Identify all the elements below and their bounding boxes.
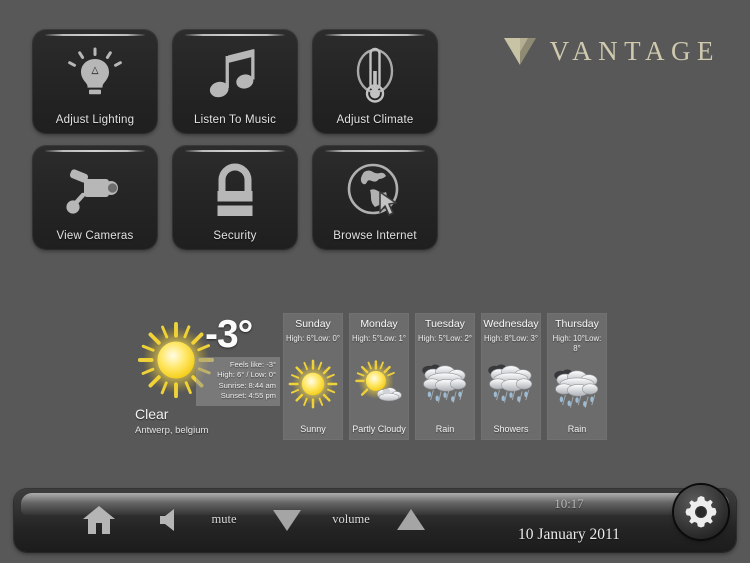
- forecast-highlow: High: 5°Low: 2°: [418, 334, 472, 343]
- mute-label-wrap: mute: [196, 505, 252, 533]
- tile-label: Listen To Music: [193, 114, 277, 126]
- detail-sunset: Sunset: 4:55 pm: [220, 391, 276, 401]
- tile-listen-to-music[interactable]: Listen To Music: [173, 30, 297, 133]
- current-time: 10:17: [554, 496, 584, 511]
- forecast-condition: Showers: [493, 424, 529, 434]
- forecast-day: Wednesday: [483, 318, 539, 330]
- tile-label: Browse Internet: [333, 230, 417, 242]
- globe-cursor-icon: [313, 146, 437, 230]
- forecast-condition: Sunny: [300, 424, 326, 434]
- volume-label-wrap: volume: [314, 505, 388, 533]
- current-date: 10 January 2011: [518, 526, 620, 543]
- clock-area: 10:17 10 January 2011: [474, 495, 664, 545]
- forecast-highlow: High: 5°Low: 1°: [352, 334, 406, 343]
- bottom-toolbar: mute volume 10:17 10 January 2011: [14, 485, 736, 552]
- detail-high-low: High: 6° / Low: 0°: [217, 370, 276, 380]
- tile-browse-internet[interactable]: Browse Internet: [313, 146, 437, 249]
- forecast-card-monday[interactable]: Monday High: 5°Low: 1° Partly Cloudy: [349, 313, 409, 440]
- security-camera-icon: [33, 146, 157, 230]
- volume-up-button[interactable]: [390, 503, 432, 537]
- tile-label: Security: [213, 230, 257, 242]
- tile-label: Adjust Climate: [336, 114, 414, 126]
- volume-label: volume: [332, 511, 370, 526]
- tile-security[interactable]: Security: [173, 146, 297, 249]
- triangle-down-icon: [273, 510, 301, 531]
- lightbulb-icon: [33, 30, 157, 114]
- padlock-icon: [173, 146, 297, 230]
- current-temperature: -3°: [205, 313, 253, 356]
- home-icon: [83, 506, 115, 534]
- forecast-highlow: High: 10°Low: 8°: [552, 334, 602, 353]
- forecast-card-thursday[interactable]: Thursday High: 10°Low: 8° Rain: [547, 313, 607, 440]
- forecast-card-wednesday[interactable]: Wednesday High: 8°Low: 3° Showers: [481, 313, 541, 440]
- current-condition: Clear: [135, 406, 169, 422]
- forecast-day: Monday: [360, 318, 398, 330]
- mute-button[interactable]: [152, 501, 190, 539]
- detail-sunrise: Sunrise: 8:44 am: [218, 380, 276, 390]
- forecast-day: Tuesday: [425, 318, 465, 330]
- forecast-day: Thursday: [555, 318, 599, 330]
- mute-label: mute: [211, 511, 237, 526]
- quick-action-row-2: View Cameras Security Browse Internet: [33, 146, 438, 249]
- settings-button[interactable]: [674, 485, 728, 539]
- quick-action-row-1: Adjust Lighting Listen To Music Adjust C…: [33, 30, 438, 133]
- forecast-condition: Rain: [567, 424, 587, 434]
- rain-cloud-icon: [481, 344, 541, 424]
- vantage-chevron-icon: [503, 38, 536, 65]
- home-button[interactable]: [76, 497, 122, 543]
- forecast-row: Sunday High: 6°Low: 0° Sunny Monday High…: [283, 313, 607, 440]
- rain-cloud-icon: [547, 354, 607, 424]
- forecast-card-tuesday[interactable]: Tuesday High: 5°Low: 2° Rain: [415, 313, 475, 440]
- rain-cloud-icon: [415, 344, 475, 424]
- tile-label: View Cameras: [56, 230, 134, 242]
- forecast-day: Sunday: [295, 318, 331, 330]
- forecast-condition: Rain: [435, 424, 455, 434]
- brand-name: VANTAGE: [549, 35, 720, 66]
- current-weather-details: Feels like: -3° High: 6° / Low: 0° Sunri…: [196, 357, 280, 406]
- current-weather[interactable]: -3° Feels like: -3° High: 6° / Low: 0° S…: [135, 313, 280, 440]
- vantage-logo: VANTAGE: [503, 34, 720, 68]
- quick-action-grid: Adjust Lighting Listen To Music Adjust C…: [33, 30, 438, 262]
- tile-label: Adjust Lighting: [55, 114, 135, 126]
- speaker-mute-icon: [160, 509, 174, 531]
- forecast-card-sunday[interactable]: Sunday High: 6°Low: 0° Sunny: [283, 313, 343, 440]
- triangle-up-icon: [397, 509, 425, 530]
- forecast-highlow: High: 8°Low: 3°: [484, 334, 538, 343]
- gear-icon: [685, 496, 717, 528]
- forecast-highlow: High: 6°Low: 0°: [286, 334, 340, 343]
- volume-down-button[interactable]: [266, 503, 308, 537]
- detail-feels-like: Feels like: -3°: [229, 360, 276, 369]
- thermometer-icon: [313, 30, 437, 114]
- music-note-icon: [173, 30, 297, 114]
- tile-view-cameras[interactable]: View Cameras: [33, 146, 157, 249]
- sun-cloud-icon: [349, 344, 409, 424]
- sun-icon: [283, 344, 343, 424]
- weather-widget: -3° Feels like: -3° High: 6° / Low: 0° S…: [135, 313, 607, 440]
- current-location: Antwerp, belgium: [135, 425, 209, 436]
- forecast-condition: Partly Cloudy: [352, 424, 406, 434]
- tile-adjust-lighting[interactable]: Adjust Lighting: [33, 30, 157, 133]
- tile-adjust-climate[interactable]: Adjust Climate: [313, 30, 437, 133]
